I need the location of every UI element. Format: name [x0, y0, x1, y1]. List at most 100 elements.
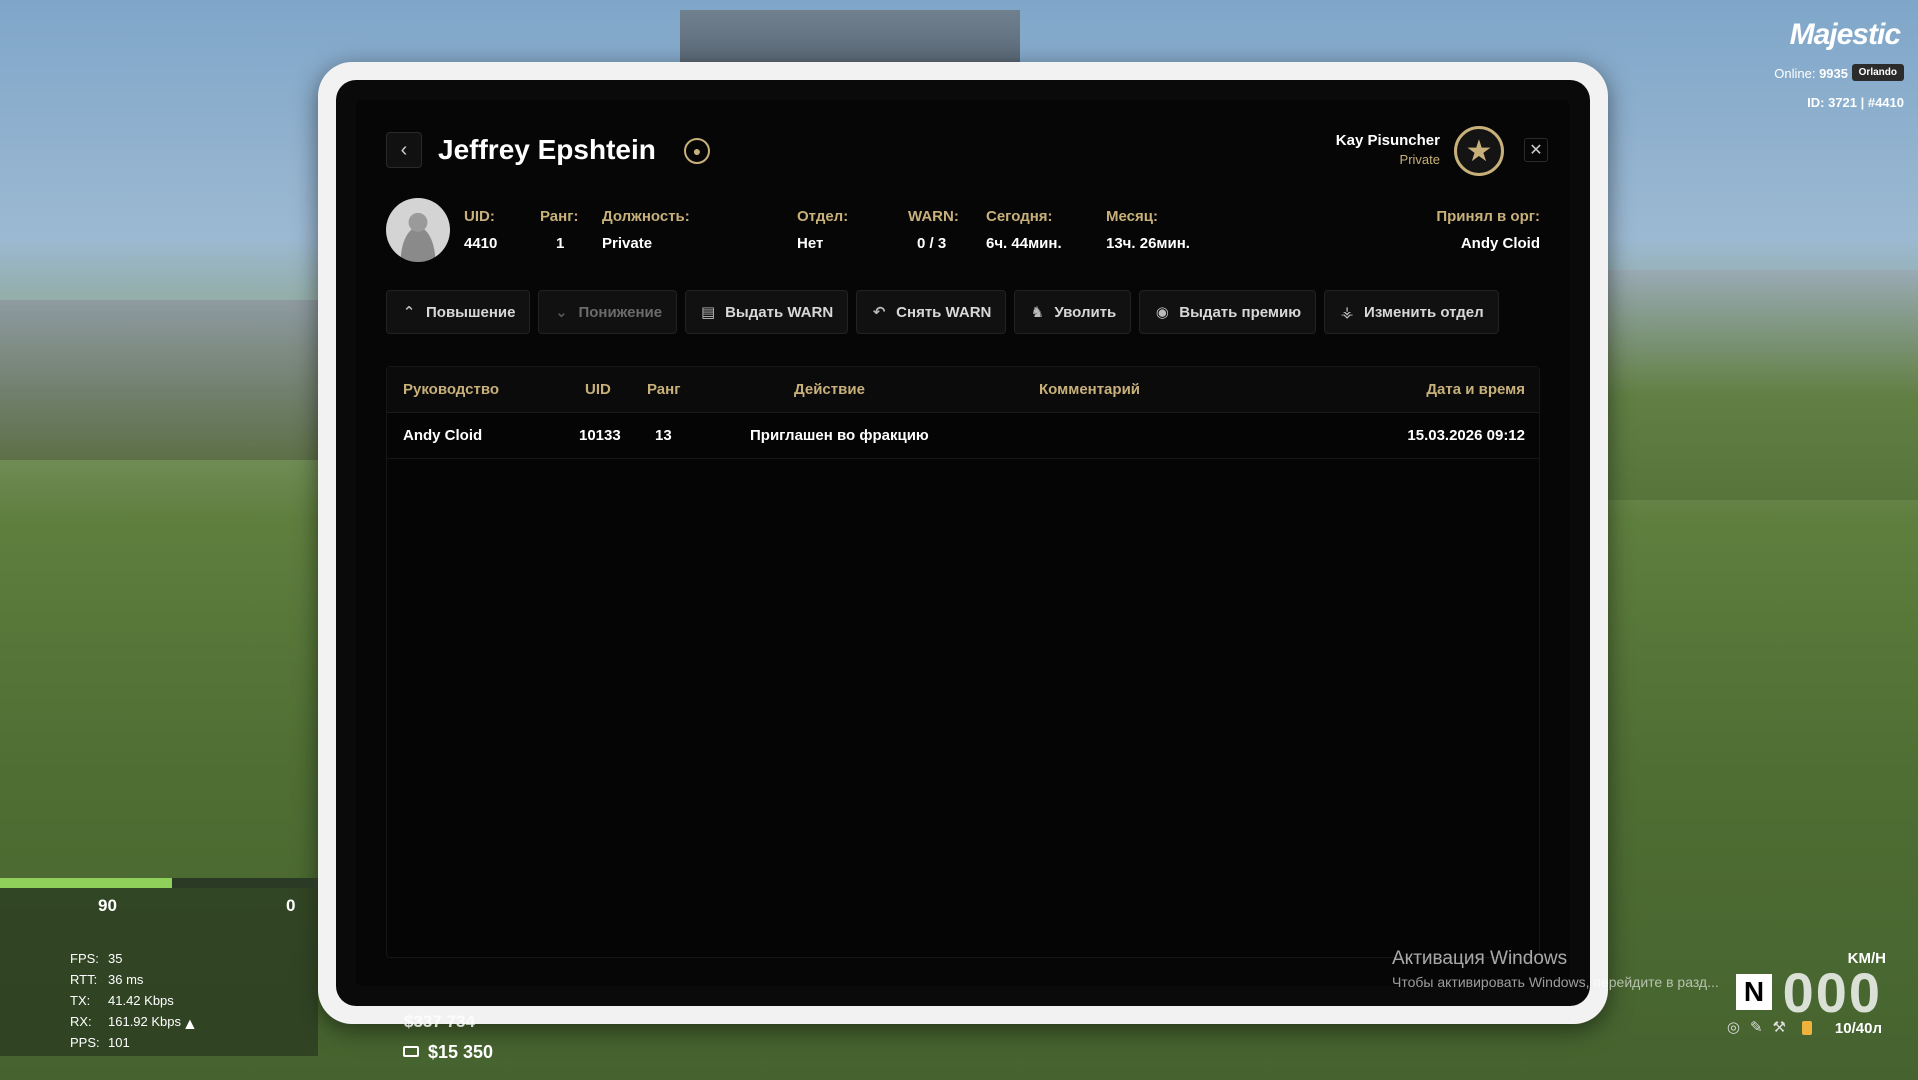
- fuel-level: 10/40л: [1834, 1020, 1882, 1037]
- health-value: 90: [98, 896, 117, 915]
- info-label: Месяц:: [1106, 208, 1158, 225]
- table-header: Руководство UID Ранг Действие Комментари…: [387, 367, 1539, 413]
- info-value: Нет: [797, 235, 824, 252]
- chevron-left-icon: ‹: [400, 138, 408, 161]
- member-panel: ‹ Jeffrey Epshtein ● Kay Pisuncher Priva…: [356, 100, 1570, 986]
- star-badge-icon: ★: [1454, 126, 1504, 176]
- info-department: Отдел: Нет: [797, 208, 848, 252]
- demote-button[interactable]: ⌄ Понижение: [538, 290, 678, 334]
- tablet-frame: ‹ Jeffrey Epshtein ● Kay Pisuncher Priva…: [318, 62, 1608, 1024]
- cell-uid: 10133: [579, 427, 621, 444]
- online-count: 9935: [1819, 66, 1848, 81]
- org-chart-icon: ⚶: [1340, 304, 1354, 321]
- info-today: Сегодня: 6ч. 44мин.: [986, 208, 1062, 252]
- online-label: Online:: [1774, 66, 1816, 81]
- info-value: 6ч. 44мин.: [986, 235, 1062, 252]
- column-header-rank: Ранг: [647, 381, 681, 398]
- fuel-icon: [1802, 1021, 1812, 1035]
- cash-icon: [403, 1046, 419, 1057]
- column-header-supervisor: Руководство: [403, 381, 500, 398]
- current-user-name: Kay Pisuncher: [1335, 132, 1440, 149]
- log-table: Руководство UID Ранг Действие Комментари…: [386, 366, 1540, 958]
- info-month: Месяц: 13ч. 26мин.: [1106, 208, 1190, 252]
- windows-activation-subtitle: Чтобы активировать Windows, перейдите в …: [1392, 974, 1719, 990]
- info-label: Ранг:: [540, 208, 579, 225]
- promote-button[interactable]: ⌃ Повышение: [386, 290, 531, 334]
- stat-rtt: RTT: 36 ms: [70, 972, 144, 987]
- network-stats: FPS: 35 RTT: 36 ms TX: 41.42 Kbps RX: 161.92…: [70, 948, 181, 1053]
- button-label: Снять WARN: [896, 303, 992, 321]
- info-uid: UID: 4410: [464, 208, 497, 252]
- gear-indicator: N: [1736, 974, 1772, 1010]
- info-position: Должность: Private: [602, 208, 690, 252]
- tablet-screen: ‹ Jeffrey Epshtein ● Kay Pisuncher Priva…: [336, 80, 1590, 1006]
- windows-activation-title: Активация Windows: [1392, 948, 1568, 969]
- info-label: Принял в орг:: [1436, 208, 1540, 225]
- table-row[interactable]: Andy Cloid 10133 13 Приглашен во фракцию…: [387, 413, 1539, 459]
- give-warn-button[interactable]: ▤ Выдать WARN: [685, 290, 849, 334]
- cell-supervisor: Andy Cloid: [403, 427, 483, 444]
- change-department-button[interactable]: ⚶ Изменить отдел: [1324, 290, 1499, 334]
- info-label: Должность:: [602, 208, 690, 225]
- close-button[interactable]: ✕: [1524, 138, 1548, 162]
- back-button[interactable]: ‹: [386, 132, 422, 168]
- close-icon: ✕: [1529, 142, 1543, 159]
- info-value: Andy Cloid: [1460, 235, 1540, 252]
- column-header-uid: UID: [585, 381, 611, 398]
- stat-tx: TX: 41.42 Kbps: [70, 993, 174, 1008]
- person-exit-icon: ♞: [1030, 304, 1045, 321]
- stat-pps: PPS: 101: [70, 1035, 130, 1050]
- armor-value: 0: [286, 896, 296, 915]
- button-label: Повышение: [426, 303, 516, 321]
- vehicle-status-icons: ◎✎⚒: [1726, 1019, 1796, 1036]
- button-label: Изменить отдел: [1364, 303, 1484, 321]
- button-label: Понижение: [578, 303, 663, 321]
- column-header-datetime: Дата и время: [1426, 381, 1525, 398]
- info-value: 0 / 3: [917, 235, 947, 252]
- background-scenery-left: [0, 300, 320, 460]
- server-tag: Orlando: [1851, 64, 1904, 81]
- online-counter: Online: 9935: [1774, 66, 1848, 81]
- page-title: Jeffrey Epshtein: [438, 134, 656, 165]
- cell-rank: 13: [655, 427, 672, 444]
- background-scenery-right: [1608, 270, 1918, 500]
- current-user-rank: Private: [1399, 152, 1440, 167]
- brand-logo: Majestic: [1789, 18, 1901, 51]
- button-label: Уволить: [1054, 303, 1117, 321]
- chevron-up-icon: ⌃: [402, 304, 416, 321]
- info-value: 1: [556, 235, 565, 252]
- column-header-comment: Комментарий: [1039, 381, 1141, 398]
- info-rank: Ранг: 1: [540, 208, 578, 252]
- action-bar: ⌃ Повышение ⌄ Понижение ▤ Выдать WARN ↶ …: [386, 290, 1499, 334]
- info-label: Отдел:: [797, 208, 849, 225]
- give-bonus-button[interactable]: ◉ Выдать премию: [1139, 290, 1317, 334]
- person-icon[interactable]: ●: [684, 138, 710, 164]
- info-label: WARN:: [908, 208, 959, 225]
- cell-datetime: 15.03.2026 09:12: [1407, 427, 1525, 444]
- bank-balance: $337 734: [404, 1012, 475, 1031]
- minimap-arrow-icon: ▲: [182, 1016, 198, 1033]
- info-recruiter: Принял в орг: Andy Cloid: [1436, 208, 1540, 252]
- info-value: 13ч. 26мин.: [1106, 235, 1190, 252]
- info-label: Сегодня:: [986, 208, 1053, 225]
- undo-arrow-icon: ↶: [872, 304, 886, 321]
- cash-balance: $15 350: [428, 1042, 494, 1062]
- button-label: Выдать WARN: [725, 303, 834, 321]
- health-bar: [0, 878, 318, 888]
- background-buildings: [680, 10, 1020, 70]
- info-warn: WARN: 0 / 3: [908, 208, 959, 252]
- info-label: UID:: [464, 208, 495, 225]
- player-id: ID: 3721 | #4410: [1807, 95, 1904, 110]
- coin-icon: ◉: [1155, 304, 1169, 321]
- document-warning-icon: ▤: [701, 304, 716, 321]
- cell-action: Приглашен во фракцию: [750, 427, 929, 444]
- speed-value: 000: [1782, 961, 1882, 1024]
- remove-warn-button[interactable]: ↶ Снять WARN: [856, 290, 1007, 334]
- fire-button[interactable]: ♞ Уволить: [1014, 290, 1132, 334]
- info-value: 4410: [464, 235, 498, 252]
- stat-fps: FPS: 35: [70, 951, 123, 966]
- chevron-down-icon: ⌄: [555, 304, 568, 321]
- health-fill: [0, 878, 172, 888]
- column-header-action: Действие: [794, 381, 865, 398]
- button-label: Выдать премию: [1179, 303, 1302, 321]
